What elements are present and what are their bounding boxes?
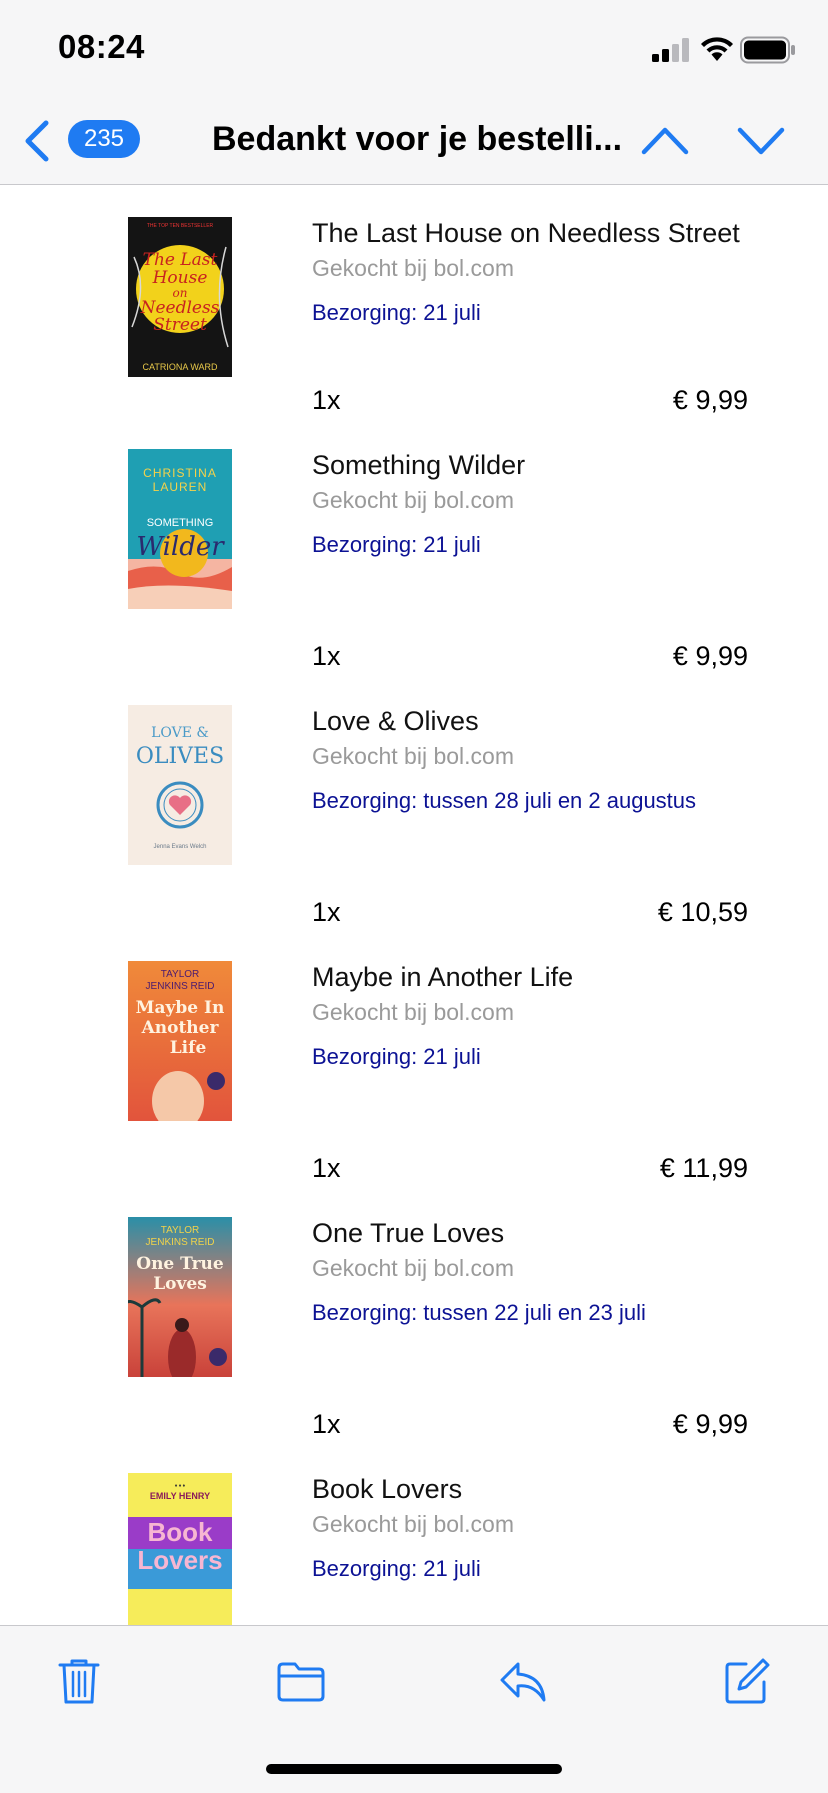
item-title[interactable]: Love & Olives bbox=[312, 705, 748, 737]
status-time: 08:24 bbox=[58, 28, 145, 65]
cover-author-text: JENKINS REID bbox=[146, 981, 215, 992]
cover-title-line: OLIVES bbox=[136, 744, 224, 769]
item-title[interactable]: The Last House on Needless Street bbox=[312, 217, 748, 249]
battery-icon bbox=[740, 36, 795, 64]
folder-icon[interactable] bbox=[276, 1656, 326, 1706]
item-price: € 10,59 bbox=[657, 897, 748, 927]
message-subject-title: Bedankt voor je bestelli... bbox=[212, 120, 622, 158]
cover-author-text: JENKINS REID bbox=[146, 1237, 215, 1248]
item-seller: Gekocht bij bol.com bbox=[312, 999, 514, 1025]
book-cover-art: TAYLOR JENKINS REID One True Loves bbox=[128, 1217, 232, 1377]
book-cover-art: ♦ ♦ ♦ EMILY HENRY Book Lovers bbox=[128, 1473, 232, 1625]
cover-author-text: EMILY HENRY bbox=[150, 1491, 210, 1501]
book-cover-art: CHRISTINA LAUREN SOMETHING Wilder bbox=[128, 449, 232, 609]
item-quantity: 1x bbox=[312, 641, 341, 671]
item-quantity: 1x bbox=[312, 1409, 341, 1439]
order-item[interactable]: CHRISTINA LAUREN SOMETHING Wilder Someth… bbox=[0, 441, 828, 697]
order-item[interactable]: TAYLOR JENKINS REID Maybe In Another Lif… bbox=[0, 953, 828, 1209]
cellular-signal-icon bbox=[652, 38, 689, 62]
cover-title-line: One True bbox=[136, 1254, 224, 1274]
cover-title-line: SOMETHING bbox=[147, 517, 214, 529]
cover-author-text: TAYLOR bbox=[161, 969, 200, 980]
cover-author-text: Jenna Evans Welch bbox=[154, 844, 207, 850]
svg-text:♦ ♦ ♦: ♦ ♦ ♦ bbox=[175, 1483, 186, 1489]
book-cover-image[interactable]: LOVE & OLIVES Jenna Evans Welch bbox=[128, 705, 232, 865]
item-delivery: Bezorging: tussen 22 juli en 23 juli bbox=[312, 1300, 646, 1325]
item-info: Book Lovers Gekocht bij bol.com Bezorgin… bbox=[312, 1473, 748, 1582]
item-title[interactable]: Something Wilder bbox=[312, 449, 748, 481]
item-quantity-price-row: 1x € 11,99 bbox=[312, 1153, 748, 1187]
item-price: € 9,99 bbox=[672, 1409, 748, 1439]
book-cover-image[interactable]: ♦ ♦ ♦ EMILY HENRY Book Lovers bbox=[128, 1473, 232, 1625]
cover-author-text: CATRIONA WARD bbox=[142, 362, 218, 372]
book-cover-image[interactable]: TAYLOR JENKINS REID One True Loves bbox=[128, 1217, 232, 1377]
cover-author-text: CHRISTINA bbox=[143, 466, 217, 480]
back-chevron-icon[interactable] bbox=[22, 118, 52, 164]
cover-author-text: TAYLOR bbox=[161, 1225, 200, 1236]
cover-title-line: Book bbox=[148, 1517, 214, 1547]
item-title[interactable]: Maybe in Another Life bbox=[312, 961, 748, 993]
cover-title-line: Another bbox=[141, 1018, 220, 1038]
item-seller: Gekocht bij bol.com bbox=[312, 743, 514, 769]
item-info: Maybe in Another Life Gekocht bij bol.co… bbox=[312, 961, 748, 1070]
next-message-chevron-icon[interactable] bbox=[736, 120, 786, 160]
item-price: € 9,99 bbox=[672, 385, 748, 415]
item-delivery: Bezorging: 21 juli bbox=[312, 532, 481, 557]
home-indicator[interactable] bbox=[266, 1764, 562, 1774]
item-info: Love & Olives Gekocht bij bol.com Bezorg… bbox=[312, 705, 748, 814]
item-price: € 9,99 bbox=[672, 641, 748, 671]
item-delivery: Bezorging: tussen 28 juli en 2 augustus bbox=[312, 788, 697, 813]
item-info: Something Wilder Gekocht bij bol.com Bez… bbox=[312, 449, 748, 558]
item-seller: Gekocht bij bol.com bbox=[312, 1255, 514, 1281]
cover-author-text: LAUREN bbox=[153, 480, 208, 494]
item-quantity-price-row: 1x € 10,59 bbox=[312, 897, 748, 931]
order-item[interactable]: LOVE & OLIVES Jenna Evans Welch Love & O… bbox=[0, 697, 828, 953]
book-cover-art: LOVE & OLIVES Jenna Evans Welch bbox=[128, 705, 232, 865]
item-quantity: 1x bbox=[312, 1153, 341, 1183]
compose-icon[interactable] bbox=[722, 1656, 772, 1706]
item-info: One True Loves Gekocht bij bol.com Bezor… bbox=[312, 1217, 748, 1326]
cover-banner-text: THE TOP TEN BESTSELLER bbox=[147, 223, 214, 229]
order-item[interactable]: THE TOP TEN BESTSELLER The Last House on… bbox=[0, 185, 828, 441]
previous-message-chevron-icon[interactable] bbox=[640, 120, 690, 160]
item-title[interactable]: One True Loves bbox=[312, 1217, 748, 1249]
cover-title-line: Street bbox=[153, 315, 207, 335]
cover-title-line: Life bbox=[170, 1038, 207, 1058]
book-cover-art: TAYLOR JENKINS REID Maybe In Another Lif… bbox=[128, 961, 232, 1121]
item-seller: Gekocht bij bol.com bbox=[312, 487, 514, 513]
reply-icon[interactable] bbox=[498, 1656, 548, 1706]
item-quantity-price-row: 1x € 9,99 bbox=[312, 385, 748, 419]
book-cover-image[interactable]: TAYLOR JENKINS REID Maybe In Another Lif… bbox=[128, 961, 232, 1121]
book-cover-art: THE TOP TEN BESTSELLER The Last House on… bbox=[128, 217, 232, 377]
order-item-list[interactable]: THE TOP TEN BESTSELLER The Last House on… bbox=[0, 185, 828, 1625]
item-quantity: 1x bbox=[312, 897, 341, 927]
item-title[interactable]: Book Lovers bbox=[312, 1473, 748, 1505]
item-quantity: 1x bbox=[312, 385, 341, 415]
item-seller: Gekocht bij bol.com bbox=[312, 255, 514, 281]
item-price: € 11,99 bbox=[659, 1153, 748, 1183]
item-seller: Gekocht bij bol.com bbox=[312, 1511, 514, 1537]
cover-title-line: Lovers bbox=[137, 1545, 222, 1575]
book-cover-image[interactable]: THE TOP TEN BESTSELLER The Last House on… bbox=[128, 217, 232, 377]
item-quantity-price-row: 1x € 9,99 bbox=[312, 1409, 748, 1443]
cover-title-line: Maybe In bbox=[136, 998, 225, 1018]
item-delivery: Bezorging: 21 juli bbox=[312, 1556, 481, 1581]
top-bar: 08:24 235 Bedankt voor je bestelli... bbox=[0, 0, 828, 185]
cover-title-line: LOVE & bbox=[151, 725, 209, 741]
trash-icon[interactable] bbox=[54, 1656, 104, 1706]
item-info: The Last House on Needless Street Gekoch… bbox=[312, 217, 748, 326]
cover-title-line: The Last bbox=[143, 250, 218, 270]
unread-count-badge[interactable]: 235 bbox=[68, 120, 140, 158]
cover-title-line: Loves bbox=[153, 1274, 207, 1294]
book-cover-image[interactable]: CHRISTINA LAUREN SOMETHING Wilder bbox=[128, 449, 232, 609]
cover-title-line: Wilder bbox=[136, 532, 225, 562]
item-delivery: Bezorging: 21 juli bbox=[312, 300, 481, 325]
wifi-icon bbox=[701, 37, 733, 61]
item-quantity-price-row: 1x € 9,99 bbox=[312, 641, 748, 675]
order-item[interactable]: TAYLOR JENKINS REID One True Loves One T… bbox=[0, 1209, 828, 1465]
item-delivery: Bezorging: 21 juli bbox=[312, 1044, 481, 1069]
cover-title-line: House bbox=[152, 268, 208, 288]
order-item[interactable]: ♦ ♦ ♦ EMILY HENRY Book Lovers Book Lover… bbox=[0, 1465, 828, 1625]
